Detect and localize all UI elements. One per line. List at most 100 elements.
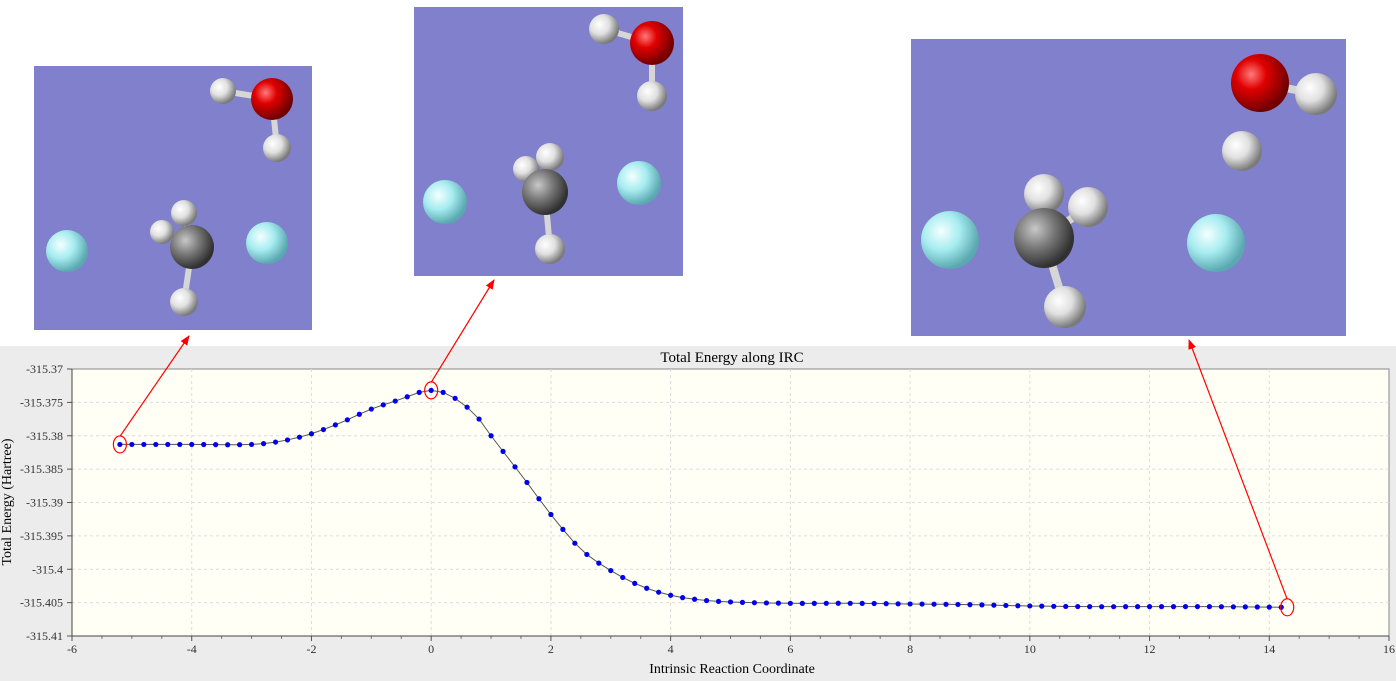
irc-data-point <box>248 441 255 448</box>
irc-data-point <box>344 417 350 423</box>
y-tick-label: -315.38 <box>26 429 63 443</box>
reactant-molecule-drawing <box>46 78 293 316</box>
irc-data-point <box>1051 603 1057 609</box>
irc-data-point <box>1182 603 1189 610</box>
irc-data-point <box>895 601 901 607</box>
y-tick-label: -315.395 <box>20 529 63 543</box>
y-tick-label: -315.375 <box>20 395 63 409</box>
irc-data-point <box>1158 604 1165 610</box>
irc-data-point <box>1099 604 1105 610</box>
irc-data-point <box>739 599 746 605</box>
irc-data-point <box>476 416 482 422</box>
irc-data-point <box>1134 604 1141 610</box>
hydrogen-atom <box>1068 187 1108 227</box>
irc-data-point <box>620 574 626 581</box>
irc-data-point <box>560 526 566 532</box>
irc-data-point <box>727 599 734 605</box>
irc-data-point <box>272 439 279 445</box>
irc-data-point <box>991 602 997 608</box>
irc-data-point <box>1218 604 1224 610</box>
irc-data-point <box>1242 604 1248 610</box>
irc-data-point <box>871 600 877 607</box>
irc-data-point <box>1111 604 1117 610</box>
irc-data-point <box>392 398 398 404</box>
carbon-atom <box>170 225 214 269</box>
irc-data-point <box>787 600 793 606</box>
fluorine-atom <box>1187 214 1245 272</box>
product-molecule-drawing <box>921 54 1337 328</box>
irc-data-point <box>1063 603 1069 610</box>
irc-data-point <box>440 389 446 395</box>
irc-data-point <box>332 422 338 428</box>
irc-chart-frame: Total Energy along IRC -6 -4 -2 0 2 4 6 8 10 12 14… <box>0 346 1396 681</box>
irc-data-point <box>1015 603 1021 609</box>
reactant-structure-image <box>34 66 312 330</box>
irc-data-point <box>608 567 614 574</box>
irc-data-point <box>572 540 578 546</box>
x-tick-label: 16 <box>1383 642 1395 656</box>
x-tick-label: 12 <box>1144 642 1156 656</box>
irc-data-point <box>680 595 686 601</box>
y-tick-label: -315.405 <box>20 596 63 610</box>
transition-state-molecule-drawing <box>423 14 674 264</box>
irc-data-point <box>153 441 159 448</box>
hydrogen-atom <box>210 78 236 104</box>
irc-data-point <box>141 441 147 448</box>
irc-data-point <box>955 601 961 608</box>
hydrogen-atom <box>1222 131 1262 171</box>
irc-data-point <box>632 580 638 586</box>
irc-data-point <box>835 600 841 606</box>
irc-data-point <box>500 448 506 454</box>
irc-data-point <box>919 601 925 607</box>
hydrogen-atom <box>171 200 197 226</box>
irc-data-point <box>1266 604 1272 610</box>
irc-data-point <box>213 442 219 448</box>
x-tick-label: 6 <box>787 642 793 656</box>
irc-data-point <box>1003 602 1009 609</box>
y-tick-label: -315.37 <box>26 362 63 376</box>
irc-data-point <box>296 434 303 440</box>
irc-data-point <box>859 600 865 606</box>
hydrogen-atom <box>150 220 174 244</box>
y-tick-label: -315.41 <box>26 629 63 643</box>
product-structure-image <box>911 39 1346 336</box>
irc-chart: Total Energy along IRC -6 -4 -2 0 2 4 6 8 10 12 14… <box>0 350 1395 677</box>
irc-data-point <box>584 551 590 558</box>
x-tick-label: 2 <box>548 642 554 656</box>
irc-data-point <box>320 426 327 433</box>
y-tick-label: -315.4 <box>32 562 63 576</box>
irc-data-point <box>1194 603 1201 610</box>
irc-data-point <box>715 598 722 605</box>
irc-data-point <box>1170 604 1177 610</box>
irc-data-point <box>117 441 123 448</box>
irc-data-point <box>452 395 458 401</box>
irc-data-point <box>799 600 805 606</box>
x-tick-label: 10 <box>1024 642 1036 656</box>
irc-data-point <box>763 600 770 606</box>
fluorine-atom <box>617 161 661 205</box>
x-tick-label: -6 <box>67 642 77 656</box>
irc-data-point <box>165 441 171 448</box>
irc-data-point <box>943 601 949 607</box>
x-axis-title: Intrinsic Reaction Coordinate <box>649 662 815 677</box>
chart-title: Total Energy along IRC <box>660 350 803 366</box>
irc-data-point <box>1039 603 1045 609</box>
irc-data-point <box>1254 604 1260 610</box>
irc-data-point <box>644 585 650 591</box>
irc-data-point <box>811 600 817 606</box>
irc-data-point <box>129 441 135 448</box>
irc-data-point <box>356 411 362 417</box>
irc-data-point <box>524 479 530 486</box>
irc-data-point <box>1206 604 1213 610</box>
oxygen-atom <box>1231 54 1289 112</box>
irc-data-point <box>979 602 985 608</box>
x-tick-label: 0 <box>428 642 434 656</box>
x-tick-label: 4 <box>668 642 674 656</box>
fluorine-atom <box>246 222 288 264</box>
irc-data-point <box>1123 604 1129 610</box>
fluorine-atom <box>46 230 88 272</box>
irc-data-point <box>1027 603 1033 609</box>
x-tick-label: 8 <box>907 642 913 656</box>
x-tick-label: -2 <box>306 642 316 656</box>
irc-data-point <box>284 437 291 443</box>
